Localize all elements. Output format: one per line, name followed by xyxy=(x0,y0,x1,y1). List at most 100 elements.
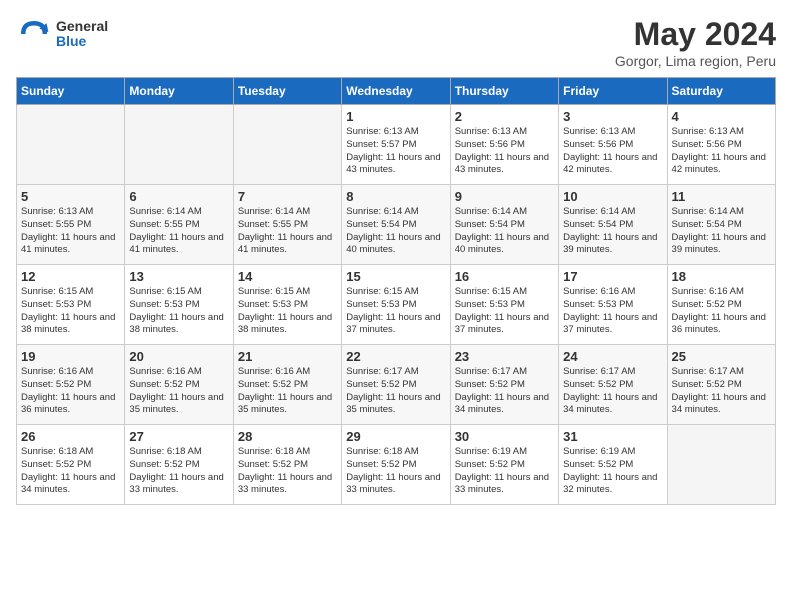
logo-line2: Blue xyxy=(56,34,108,49)
day-number: 23 xyxy=(455,349,554,364)
logo-text: General Blue xyxy=(56,19,108,50)
day-number: 14 xyxy=(238,269,337,284)
day-info: Sunrise: 6:13 AMSunset: 5:57 PMDaylight:… xyxy=(346,126,445,177)
calendar-cell: 30Sunrise: 6:19 AMSunset: 5:52 PMDayligh… xyxy=(450,425,558,505)
day-info: Sunrise: 6:13 AMSunset: 5:56 PMDaylight:… xyxy=(672,126,771,177)
col-header-saturday: Saturday xyxy=(667,78,775,105)
calendar-cell xyxy=(125,105,233,185)
calendar-cell: 18 Sunrise: 6:16 AMSunset: 5:52 PMDayligh… xyxy=(667,265,775,345)
logo-icon xyxy=(16,16,52,52)
calendar-cell: 19 Sunrise: 6:16 AMSunset: 5:52 PMDayligh… xyxy=(17,345,125,425)
calendar-cell: 4Sunrise: 6:13 AMSunset: 5:56 PMDaylight… xyxy=(667,105,775,185)
day-info: Sunrise: 6:16 AMSunset: 5:53 PMDaylight:… xyxy=(563,286,662,337)
calendar-cell: 17 Sunrise: 6:16 AMSunset: 5:53 PMDayligh… xyxy=(559,265,667,345)
month-title: May 2024 xyxy=(615,16,776,53)
calendar-cell: 23 Sunrise: 6:17 AMSunset: 5:52 PMDayligh… xyxy=(450,345,558,425)
day-number: 26 xyxy=(21,429,120,444)
day-info: Sunrise: 6:15 AMSunset: 5:53 PMDaylight:… xyxy=(129,286,228,337)
calendar-cell: 13 Sunrise: 6:15 AMSunset: 5:53 PMDayligh… xyxy=(125,265,233,345)
day-number: 1 xyxy=(346,109,445,124)
day-info: Sunrise: 6:16 AMSunset: 5:52 PMDaylight:… xyxy=(672,286,771,337)
calendar-cell: 7 Sunrise: 6:14 AMSunset: 5:55 PMDaylight… xyxy=(233,185,341,265)
day-info: Sunrise: 6:14 AMSunset: 5:55 PMDaylight:… xyxy=(129,206,228,257)
calendar-cell: 12 Sunrise: 6:15 AMSunset: 5:53 PMDayligh… xyxy=(17,265,125,345)
day-info: Sunrise: 6:13 AMSunset: 5:56 PMDaylight:… xyxy=(455,126,554,177)
calendar-cell: 14 Sunrise: 6:15 AMSunset: 5:53 PMDayligh… xyxy=(233,265,341,345)
calendar-cell: 22 Sunrise: 6:17 AMSunset: 5:52 PMDayligh… xyxy=(342,345,450,425)
day-info: Sunrise: 6:17 AMSunset: 5:52 PMDaylight:… xyxy=(346,366,445,417)
week-row-5: 26 Sunrise: 6:18 AMSunset: 5:52 PMDayligh… xyxy=(17,425,776,505)
location: Gorgor, Lima region, Peru xyxy=(615,53,776,69)
week-row-3: 12 Sunrise: 6:15 AMSunset: 5:53 PMDayligh… xyxy=(17,265,776,345)
day-info: Sunrise: 6:15 AMSunset: 5:53 PMDaylight:… xyxy=(238,286,337,337)
calendar-cell: 24Sunrise: 6:17 AMSunset: 5:52 PMDayligh… xyxy=(559,345,667,425)
day-number: 15 xyxy=(346,269,445,284)
day-number: 9 xyxy=(455,189,554,204)
col-header-wednesday: Wednesday xyxy=(342,78,450,105)
week-row-4: 19 Sunrise: 6:16 AMSunset: 5:52 PMDayligh… xyxy=(17,345,776,425)
day-number: 8 xyxy=(346,189,445,204)
title-area: May 2024 Gorgor, Lima region, Peru xyxy=(615,16,776,69)
col-header-tuesday: Tuesday xyxy=(233,78,341,105)
day-number: 27 xyxy=(129,429,228,444)
day-number: 25 xyxy=(672,349,771,364)
calendar-cell: 5Sunrise: 6:13 AMSunset: 5:55 PMDaylight… xyxy=(17,185,125,265)
day-info: Sunrise: 6:14 AMSunset: 5:55 PMDaylight:… xyxy=(238,206,337,257)
day-number: 13 xyxy=(129,269,228,284)
day-info: Sunrise: 6:18 AMSunset: 5:52 PMDaylight:… xyxy=(21,446,120,497)
calendar-cell: 1 Sunrise: 6:13 AMSunset: 5:57 PMDaylight… xyxy=(342,105,450,185)
day-number: 10 xyxy=(563,189,662,204)
week-row-1: 1 Sunrise: 6:13 AMSunset: 5:57 PMDaylight… xyxy=(17,105,776,185)
day-info: Sunrise: 6:14 AMSunset: 5:54 PMDaylight:… xyxy=(346,206,445,257)
day-number: 2 xyxy=(455,109,554,124)
day-info: Sunrise: 6:16 AMSunset: 5:52 PMDaylight:… xyxy=(21,366,120,417)
day-number: 6 xyxy=(129,189,228,204)
calendar-cell xyxy=(17,105,125,185)
day-info: Sunrise: 6:17 AMSunset: 5:52 PMDaylight:… xyxy=(563,366,662,417)
calendar-cell: 25Sunrise: 6:17 AMSunset: 5:52 PMDayligh… xyxy=(667,345,775,425)
day-info: Sunrise: 6:14 AMSunset: 5:54 PMDaylight:… xyxy=(455,206,554,257)
day-info: Sunrise: 6:14 AMSunset: 5:54 PMDaylight:… xyxy=(672,206,771,257)
page-header: General Blue May 2024 Gorgor, Lima regio… xyxy=(16,16,776,69)
calendar-cell: 8 Sunrise: 6:14 AMSunset: 5:54 PMDaylight… xyxy=(342,185,450,265)
day-info: Sunrise: 6:15 AMSunset: 5:53 PMDaylight:… xyxy=(21,286,120,337)
day-info: Sunrise: 6:13 AMSunset: 5:55 PMDaylight:… xyxy=(21,206,120,257)
calendar-cell xyxy=(233,105,341,185)
day-info: Sunrise: 6:17 AMSunset: 5:52 PMDaylight:… xyxy=(455,366,554,417)
day-number: 12 xyxy=(21,269,120,284)
calendar-cell: 2 Sunrise: 6:13 AMSunset: 5:56 PMDaylight… xyxy=(450,105,558,185)
day-info: Sunrise: 6:18 AMSunset: 5:52 PMDaylight:… xyxy=(238,446,337,497)
header-row: SundayMondayTuesdayWednesdayThursdayFrid… xyxy=(17,78,776,105)
day-number: 16 xyxy=(455,269,554,284)
day-number: 21 xyxy=(238,349,337,364)
calendar-cell xyxy=(667,425,775,505)
day-number: 17 xyxy=(563,269,662,284)
calendar-cell: 15 Sunrise: 6:15 AMSunset: 5:53 PMDayligh… xyxy=(342,265,450,345)
calendar-cell: 6 Sunrise: 6:14 AMSunset: 5:55 PMDaylight… xyxy=(125,185,233,265)
calendar-cell: 10 Sunrise: 6:14 AMSunset: 5:54 PMDayligh… xyxy=(559,185,667,265)
col-header-sunday: Sunday xyxy=(17,78,125,105)
calendar-cell: 16Sunrise: 6:15 AMSunset: 5:53 PMDayligh… xyxy=(450,265,558,345)
calendar-table: SundayMondayTuesdayWednesdayThursdayFrid… xyxy=(16,77,776,505)
day-number: 22 xyxy=(346,349,445,364)
day-number: 20 xyxy=(129,349,228,364)
calendar-cell: 27Sunrise: 6:18 AMSunset: 5:52 PMDayligh… xyxy=(125,425,233,505)
week-row-2: 5Sunrise: 6:13 AMSunset: 5:55 PMDaylight… xyxy=(17,185,776,265)
calendar-cell: 20Sunrise: 6:16 AMSunset: 5:52 PMDayligh… xyxy=(125,345,233,425)
day-number: 19 xyxy=(21,349,120,364)
calendar-cell: 21Sunrise: 6:16 AMSunset: 5:52 PMDayligh… xyxy=(233,345,341,425)
day-number: 18 xyxy=(672,269,771,284)
day-number: 29 xyxy=(346,429,445,444)
logo-line1: General xyxy=(56,19,108,34)
calendar-cell: 28 Sunrise: 6:18 AMSunset: 5:52 PMDayligh… xyxy=(233,425,341,505)
day-info: Sunrise: 6:15 AMSunset: 5:53 PMDaylight:… xyxy=(346,286,445,337)
day-number: 11 xyxy=(672,189,771,204)
col-header-thursday: Thursday xyxy=(450,78,558,105)
day-info: Sunrise: 6:19 AMSunset: 5:52 PMDaylight:… xyxy=(563,446,662,497)
day-info: Sunrise: 6:14 AMSunset: 5:54 PMDaylight:… xyxy=(563,206,662,257)
day-number: 7 xyxy=(238,189,337,204)
calendar-cell: 26 Sunrise: 6:18 AMSunset: 5:52 PMDayligh… xyxy=(17,425,125,505)
col-header-friday: Friday xyxy=(559,78,667,105)
day-info: Sunrise: 6:19 AMSunset: 5:52 PMDaylight:… xyxy=(455,446,554,497)
day-number: 28 xyxy=(238,429,337,444)
